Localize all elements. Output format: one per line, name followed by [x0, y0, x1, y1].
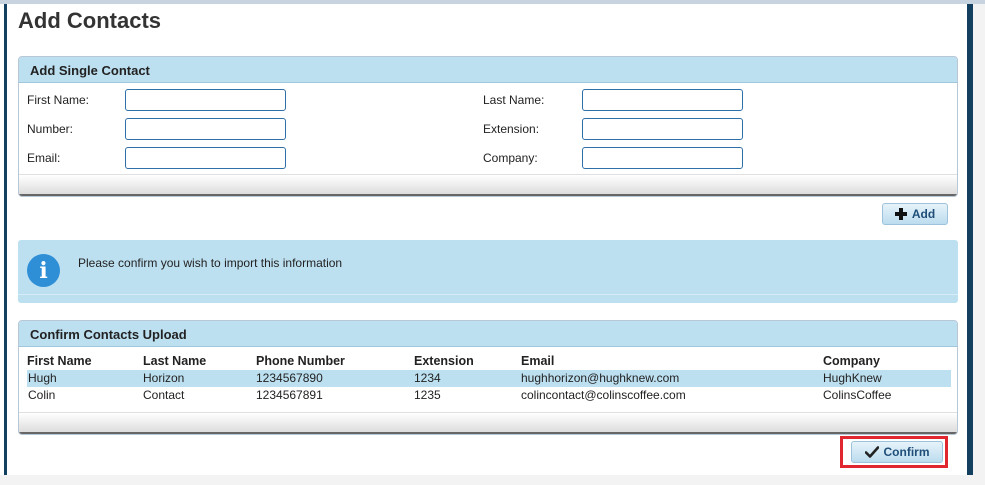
info-icon: i — [27, 254, 60, 287]
column-header: Extension — [414, 354, 474, 368]
first-name-input[interactable] — [125, 89, 286, 111]
table-row[interactable]: Hugh Horizon 1234567890 1234 hughhorizon… — [27, 370, 951, 387]
table-cell: hughhorizon@hughknew.com — [521, 371, 680, 385]
column-header: Last Name — [143, 354, 207, 368]
panel-footer — [19, 412, 957, 434]
add-button[interactable]: Add — [882, 203, 948, 225]
confirm-button[interactable]: Confirm — [851, 441, 943, 463]
column-header: Company — [823, 354, 880, 368]
column-header: Email — [521, 354, 555, 368]
page-title: Add Contacts — [18, 8, 161, 33]
table-cell: colincontact@colinscoffee.com — [521, 388, 686, 402]
table-cell: 1234 — [414, 371, 441, 385]
table-row[interactable]: Colin Contact 1234567891 1235 colinconta… — [27, 387, 951, 404]
panel-bottom-border — [19, 432, 957, 434]
bottom-gutter — [0, 475, 985, 485]
panel-footer — [19, 174, 957, 196]
checkmark-icon — [864, 446, 879, 458]
table-cell: HughKnew — [823, 371, 882, 385]
table-cell: Hugh — [28, 371, 57, 385]
add-single-contact-header: Add Single Contact — [19, 57, 957, 83]
extension-label: Extension: — [483, 122, 540, 136]
table-cell: Colin — [28, 388, 56, 402]
number-input[interactable] — [125, 118, 286, 140]
right-gutter — [973, 4, 985, 475]
info-message: Please confirm you wish to import this i… — [78, 256, 343, 270]
top-border — [0, 0, 985, 4]
left-frame-bar — [4, 4, 7, 475]
panel-bottom-border — [19, 194, 957, 196]
email-label: Email: — [27, 151, 61, 165]
plus-icon — [894, 208, 907, 220]
column-header: First Name — [27, 354, 92, 368]
add-button-label: Add — [911, 207, 936, 221]
email-input[interactable] — [125, 147, 286, 169]
column-header: Phone Number — [256, 354, 345, 368]
info-divider — [18, 294, 958, 295]
first-name-label: First Name: — [27, 93, 90, 107]
table-cell: ColinsCoffee — [823, 388, 892, 402]
table-header-row: First Name Last Name Phone Number Extens… — [27, 354, 951, 371]
last-name-input[interactable] — [582, 89, 743, 111]
table-cell: Contact — [143, 388, 185, 402]
add-single-contact-panel: Add Single Contact First Name: Number: E… — [18, 56, 958, 197]
confirm-contacts-upload-panel: Confirm Contacts Upload First Name Last … — [18, 320, 958, 435]
extension-input[interactable] — [582, 118, 743, 140]
confirm-button-label: Confirm — [883, 445, 930, 459]
last-name-label: Last Name: — [483, 93, 545, 107]
company-label: Company: — [483, 151, 538, 165]
table-cell: 1234567890 — [256, 371, 323, 385]
number-label: Number: — [27, 122, 74, 136]
info-message-box: i Please confirm you wish to import this… — [18, 240, 958, 303]
table-cell: 1235 — [414, 388, 441, 402]
table-cell: Horizon — [143, 371, 185, 385]
company-input[interactable] — [582, 147, 743, 169]
table-cell: 1234567891 — [256, 388, 323, 402]
confirm-contacts-upload-header: Confirm Contacts Upload — [19, 321, 957, 347]
